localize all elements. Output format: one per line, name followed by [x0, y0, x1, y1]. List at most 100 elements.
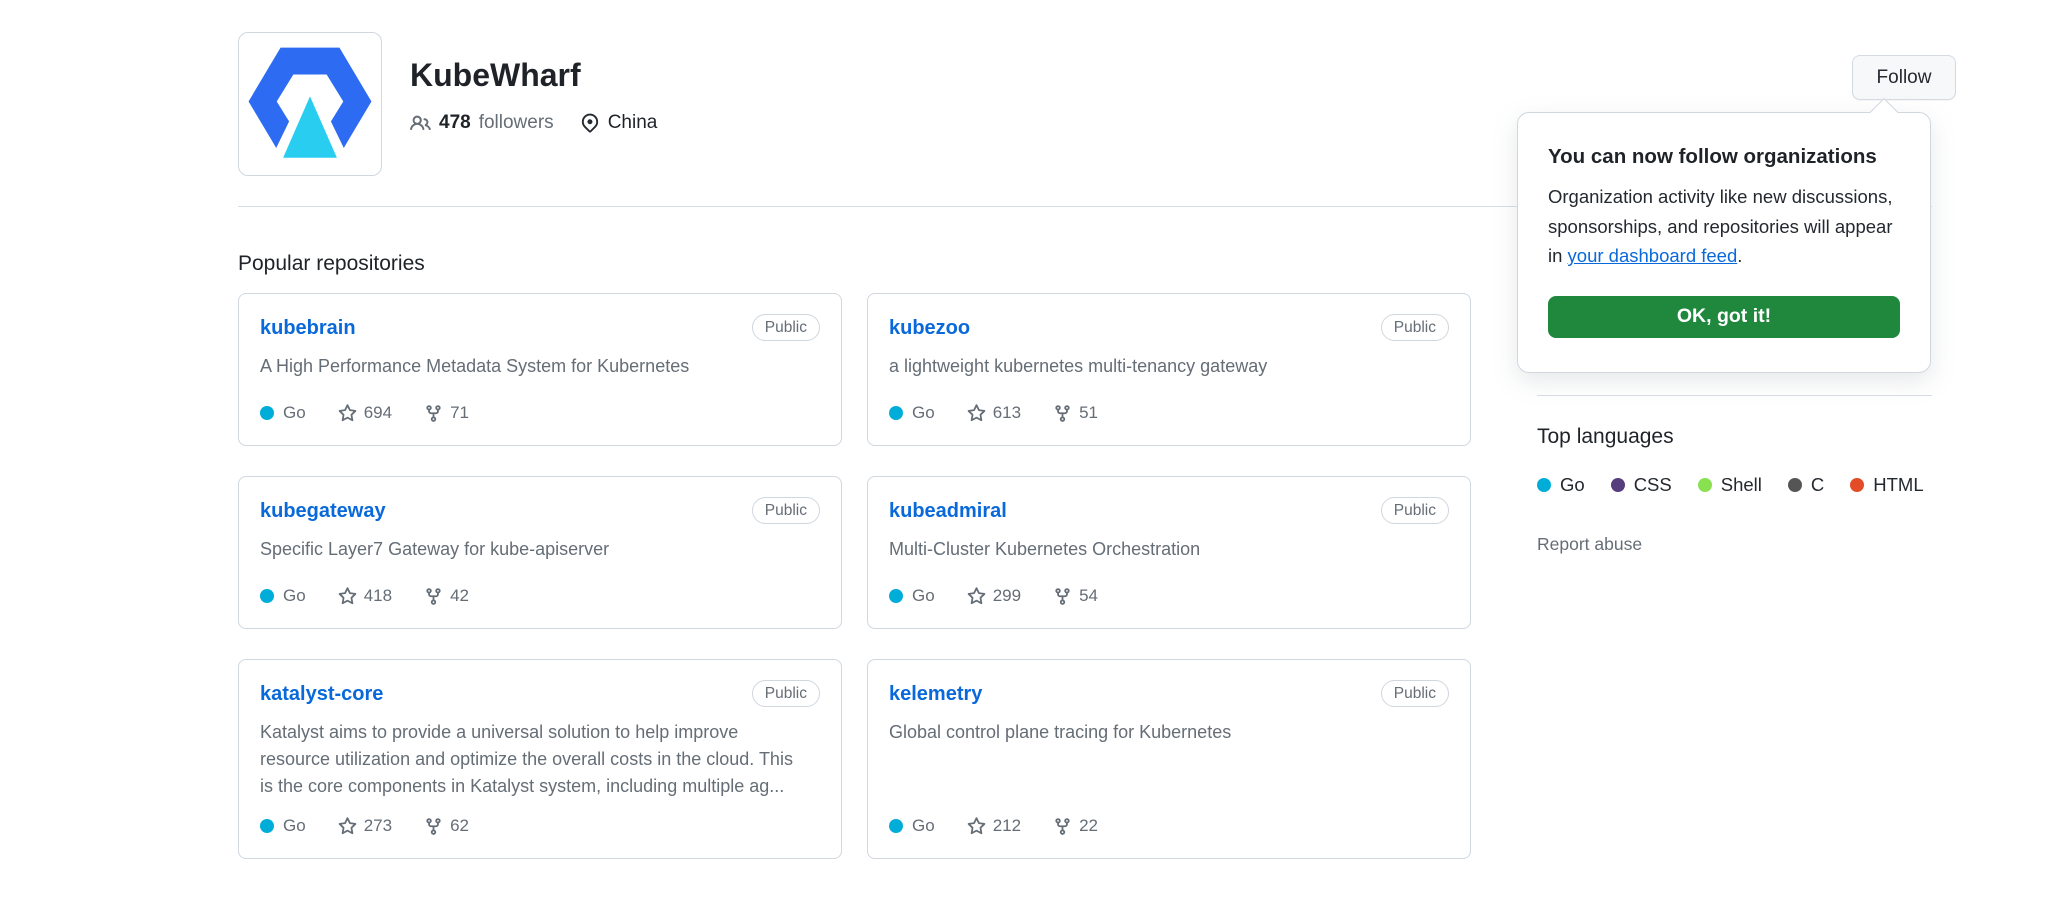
repo-card: kelemetry Public Global control plane tr… — [867, 659, 1471, 859]
follow-org-popover: You can now follow organizations Organiz… — [1517, 112, 1931, 373]
repo-link[interactable]: kubegateway — [260, 499, 386, 523]
location-group: China — [580, 112, 658, 134]
org-avatar[interactable] — [238, 32, 382, 176]
repo-stars-count: 299 — [993, 586, 1021, 606]
repo-link[interactable]: kubebrain — [260, 316, 356, 340]
repo-link[interactable]: kelemetry — [889, 682, 982, 706]
repo-forks: 22 — [1053, 816, 1098, 836]
repo-forks-count: 42 — [450, 586, 469, 606]
top-language-label: Shell — [1721, 474, 1762, 496]
repo-visibility-badge: Public — [1381, 680, 1449, 707]
repo-forks: 71 — [424, 403, 469, 423]
dashboard-feed-link[interactable]: your dashboard feed — [1568, 245, 1738, 266]
repo-card: katalyst-core Public Katalyst aims to pr… — [238, 659, 842, 859]
org-meta: 478 followers China — [410, 112, 657, 134]
repo-visibility-badge: Public — [1381, 314, 1449, 341]
language-dot-icon — [260, 589, 274, 603]
repo-forks: 62 — [424, 816, 469, 836]
repo-description: Specific Layer7 Gateway for kube-apiserv… — [260, 536, 820, 563]
repo-visibility-badge: Public — [1381, 497, 1449, 524]
repo-card-header: kelemetry Public — [889, 682, 1449, 707]
repo-meta: Go 299 54 — [889, 570, 1449, 606]
fork-icon — [424, 817, 443, 836]
repo-language: Go — [260, 403, 306, 423]
repo-language-label: Go — [283, 816, 306, 836]
repo-stars: 273 — [338, 816, 392, 836]
repo-forks: 51 — [1053, 403, 1098, 423]
repo-card-header: kubegateway Public — [260, 499, 820, 524]
popular-repositories-title: Popular repositories — [238, 252, 425, 276]
follow-button[interactable]: Follow — [1852, 55, 1956, 100]
repo-stars: 299 — [967, 586, 1021, 606]
repo-link[interactable]: kubezoo — [889, 316, 970, 340]
repo-visibility-badge: Public — [752, 314, 820, 341]
repo-language: Go — [260, 816, 306, 836]
language-dot-icon — [1537, 478, 1551, 492]
repo-meta: Go 418 42 — [260, 570, 820, 606]
language-dot-icon — [1611, 478, 1625, 492]
org-location: China — [608, 112, 658, 134]
language-dot-icon — [889, 406, 903, 420]
language-dot-icon — [1788, 478, 1802, 492]
star-outline-icon — [967, 404, 986, 423]
repo-language-label: Go — [283, 403, 306, 423]
top-language-item[interactable]: Shell — [1698, 474, 1762, 496]
repo-stars: 613 — [967, 403, 1021, 423]
repo-stars-count: 212 — [993, 816, 1021, 836]
followers-group[interactable]: 478 followers — [410, 112, 554, 134]
repo-forks-count: 51 — [1079, 403, 1098, 423]
repo-description: Katalyst aims to provide a universal sol… — [260, 719, 820, 800]
repo-link[interactable]: kubeadmiral — [889, 499, 1007, 523]
top-language-item[interactable]: HTML — [1850, 474, 1923, 496]
popover-text-end: . — [1737, 245, 1742, 266]
top-language-item[interactable]: C — [1788, 474, 1824, 496]
repo-card: kubezoo Public a lightweight kubernetes … — [867, 293, 1471, 446]
repo-meta: Go 613 51 — [889, 387, 1449, 423]
language-dot-icon — [889, 819, 903, 833]
repo-stars-count: 418 — [364, 586, 392, 606]
repo-card: kubegateway Public Specific Layer7 Gatew… — [238, 476, 842, 629]
kubewharf-logo-icon — [246, 40, 374, 168]
report-abuse-link[interactable]: Report abuse — [1537, 534, 1642, 555]
repo-forks: 54 — [1053, 586, 1098, 606]
repo-meta: Go 694 71 — [260, 387, 820, 423]
repo-grid: kubebrain Public A High Performance Meta… — [238, 293, 1471, 859]
top-language-label: C — [1811, 474, 1824, 496]
sidebar: Top languages Go CSS Shell C HTML Report… — [1537, 395, 1932, 555]
language-dot-icon — [1698, 478, 1712, 492]
repo-card-header: kubeadmiral Public — [889, 499, 1449, 524]
repo-card-header: kubebrain Public — [260, 316, 820, 341]
fork-icon — [424, 404, 443, 423]
popover-caret — [1870, 98, 1898, 126]
repo-forks-count: 22 — [1079, 816, 1098, 836]
repo-card: kubeadmiral Public Multi-Cluster Kuberne… — [867, 476, 1471, 629]
ok-got-it-button[interactable]: OK, got it! — [1548, 296, 1900, 338]
repo-language: Go — [260, 586, 306, 606]
repo-visibility-badge: Public — [752, 497, 820, 524]
repo-forks-count: 54 — [1079, 586, 1098, 606]
repo-stars-count: 273 — [364, 816, 392, 836]
repo-link[interactable]: katalyst-core — [260, 682, 383, 706]
repo-language: Go — [889, 586, 935, 606]
star-outline-icon — [338, 404, 357, 423]
top-language-label: Go — [1560, 474, 1585, 496]
repo-description: A High Performance Metadata System for K… — [260, 353, 820, 380]
repo-language: Go — [889, 816, 935, 836]
fork-icon — [1053, 817, 1072, 836]
star-outline-icon — [338, 587, 357, 606]
top-language-item[interactable]: CSS — [1611, 474, 1672, 496]
language-dot-icon — [260, 406, 274, 420]
repo-description: Multi-Cluster Kubernetes Orchestration — [889, 536, 1449, 563]
repo-language: Go — [889, 403, 935, 423]
star-outline-icon — [967, 817, 986, 836]
repo-description: a lightweight kubernetes multi-tenancy g… — [889, 353, 1449, 380]
top-language-label: HTML — [1873, 474, 1923, 496]
repo-language-label: Go — [283, 586, 306, 606]
repo-language-label: Go — [912, 403, 935, 423]
repo-forks-count: 71 — [450, 403, 469, 423]
repo-stars-count: 613 — [993, 403, 1021, 423]
repo-visibility-badge: Public — [752, 680, 820, 707]
fork-icon — [424, 587, 443, 606]
repo-forks-count: 62 — [450, 816, 469, 836]
top-language-item[interactable]: Go — [1537, 474, 1585, 496]
